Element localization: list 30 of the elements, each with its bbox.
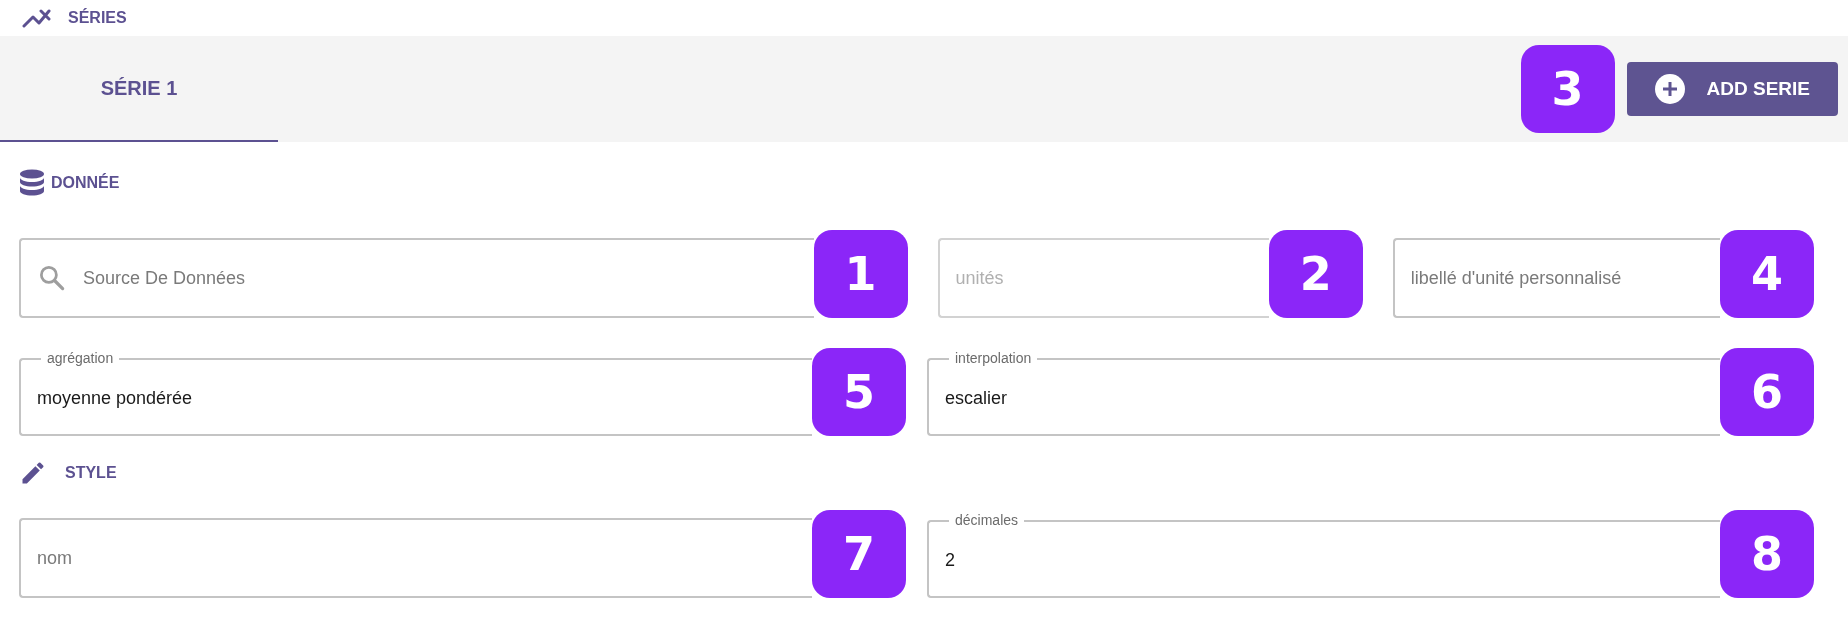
field-placeholder: libellé d'unité personnalisé <box>1410 266 1622 290</box>
field-label: interpolation <box>954 349 1033 368</box>
number-badge: 3 <box>1520 45 1615 133</box>
field-value: moyenne pondérée <box>37 387 193 410</box>
search-icon <box>37 263 67 293</box>
input-field[interactable]: Source De Données <box>19 238 814 318</box>
plus-circle-icon <box>1654 74 1685 104</box>
number-badge: 1 <box>813 230 908 318</box>
field-value: escalier <box>945 387 1008 410</box>
field-value: 2 <box>945 549 955 572</box>
field-placeholder: unités <box>955 266 1004 290</box>
number-badge: 7 <box>812 510 906 598</box>
database-icon <box>19 169 45 197</box>
section-title: DONNÉE <box>51 172 120 193</box>
field-label: agrégation <box>46 349 115 368</box>
number-badge: 6 <box>1720 348 1814 436</box>
number-badge: 8 <box>1720 510 1814 598</box>
field-label: décimales <box>954 511 1020 530</box>
tab[interactable]: SÉRIE 1 <box>0 36 278 142</box>
number-badge: 4 <box>1720 230 1814 318</box>
trend-chart-icon <box>22 8 52 28</box>
number-badge: 5 <box>812 348 906 436</box>
number-badge: 2 <box>1268 230 1363 318</box>
field-placeholder: Source De Données <box>83 266 246 290</box>
input-field[interactable]: nom <box>19 518 812 598</box>
add-serie-button[interactable]: ADD SERIE <box>1626 62 1838 116</box>
section-title: STYLE <box>65 463 117 483</box>
input-field[interactable]: libellé d'unité personnalisé <box>1392 238 1720 318</box>
field-placeholder: nom <box>37 546 72 570</box>
section-title: SÉRIES <box>68 7 127 28</box>
